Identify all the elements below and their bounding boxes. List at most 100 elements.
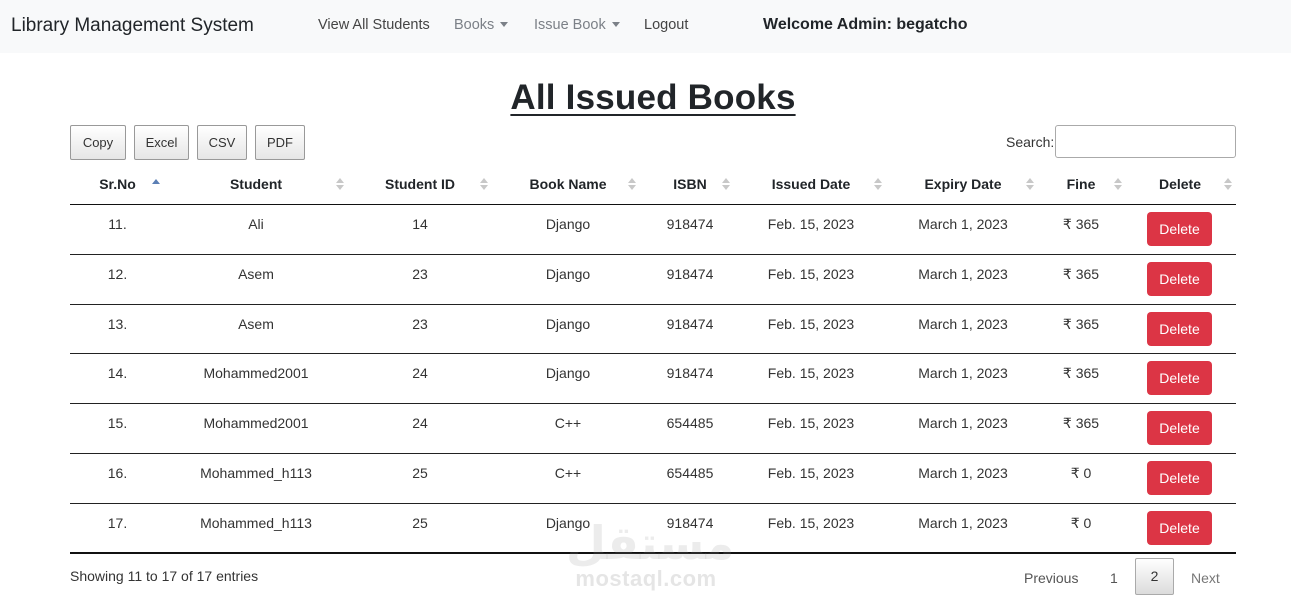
cell-isbn: 918474 [666,365,714,382]
delete-button[interactable]: Delete [1147,510,1212,545]
column-header-fine[interactable]: Fine [1050,164,1112,205]
watermark-latin: mostaql.com [575,566,717,591]
cell-student: Mohammed2001 [203,365,309,382]
cell-issued-date: Feb. 15, 2023 [767,415,855,432]
cell-issued-date: Feb. 15, 2023 [767,315,855,332]
page-2-button[interactable]: 2 [1135,558,1174,595]
cell-fine: ₹ 365 [1062,365,1100,382]
cell-fine: ₹ 0 [1070,464,1092,481]
delete-button[interactable]: Delete [1147,261,1212,296]
cell-srno: 13. [107,315,128,332]
table-row: 13. Asem 23 Django 918474 Feb. 15, 2023 … [70,305,1236,355]
cell-srno: 15. [107,415,128,432]
column-header-student-id[interactable]: Student ID [370,164,470,205]
cell-issued-date: Feb. 15, 2023 [767,265,855,282]
csv-button[interactable]: CSV [197,125,247,160]
column-header-student[interactable]: Student [212,164,300,205]
sort-icon [722,178,730,191]
cell-student: Mohammed2001 [203,415,309,432]
cell-book-name: Django [545,265,591,282]
cell-issued-date: Feb. 15, 2023 [767,216,855,232]
copy-button[interactable]: Copy [70,125,126,160]
sort-icon [336,178,344,191]
nav-books-label: Books [454,17,495,33]
previous-page-button[interactable]: Previous [1024,570,1078,586]
delete-button[interactable]: Delete [1147,411,1212,446]
delete-button[interactable]: Delete [1147,311,1212,346]
search-input[interactable] [1055,125,1236,158]
cell-student-id: 25 [412,464,428,481]
next-page-button[interactable]: Next [1191,570,1220,586]
cell-expiry-date: March 1, 2023 [918,514,1008,531]
cell-srno: 11. [108,216,127,232]
chevron-down-icon [611,22,620,27]
cell-expiry-date: March 1, 2023 [918,265,1008,282]
cell-book-name: Django [545,216,591,232]
cell-expiry-date: March 1, 2023 [918,464,1008,481]
nav-logout[interactable]: Logout [644,17,688,33]
navbar-brand[interactable]: Library Management System [11,15,254,37]
nav-issue-book-dropdown[interactable]: Issue Book [534,17,620,33]
cell-srno: 17. [107,514,128,531]
cell-student: Mohammed_h113 [200,464,312,481]
cell-fine: ₹ 0 [1070,514,1092,531]
cell-fine: ₹ 365 [1062,415,1100,432]
cell-expiry-date: March 1, 2023 [918,365,1008,382]
cell-student-id: 23 [412,265,428,282]
cell-isbn: 918474 [666,265,714,282]
nav-view-all-students[interactable]: View All Students [318,17,430,33]
cell-isbn: 918474 [666,514,714,531]
cell-expiry-date: March 1, 2023 [918,216,1008,232]
nav-issue-book-label: Issue Book [534,17,606,33]
column-header-expiry-date[interactable]: Expiry Date [904,164,1022,205]
delete-button[interactable]: Delete [1147,460,1212,495]
cell-srno: 14. [107,365,128,382]
cell-srno: 16. [107,464,128,481]
navbar: Library Management System View All Stude… [0,0,1291,53]
cell-book-name: Django [545,514,591,531]
column-header-srno[interactable]: Sr.No [70,164,165,205]
column-header-issued-date[interactable]: Issued Date [750,164,872,205]
cell-student-id: 24 [412,415,428,432]
table-row: 14. Mohammed2001 24 Django 918474 Feb. 1… [70,354,1236,405]
chevron-down-icon [500,22,509,27]
cell-expiry-date: March 1, 2023 [918,415,1008,432]
cell-student-id: 14 [412,216,428,232]
cell-fine: ₹ 365 [1062,315,1100,332]
table-row: 15. Mohammed2001 24 C++ 654485 Feb. 15, … [70,404,1236,454]
sort-icon [874,178,882,191]
pdf-button[interactable]: PDF [255,125,305,160]
table-row: 17. Mohammed_h113 25 Django 918474 Feb. … [70,504,1236,554]
cell-fine: ₹ 365 [1062,265,1100,282]
cell-isbn: 654485 [666,464,714,481]
excel-button[interactable]: Excel [134,125,189,160]
search-label: Search: [1006,134,1055,150]
column-header-isbn[interactable]: ISBN [650,164,730,205]
delete-button[interactable]: Delete [1147,361,1212,396]
cell-isbn: 918474 [666,216,714,232]
table-row: 11. Ali 14 Django 918474 Feb. 15, 2023 M… [70,205,1236,255]
nav-books-dropdown[interactable]: Books [454,17,509,33]
sort-icon [1114,178,1122,191]
cell-student: Mohammed_h113 [200,514,312,531]
table-info: Showing 11 to 17 of 17 entries [70,568,259,584]
table-row: 12. Asem 23 Django 918474 Feb. 15, 2023 … [70,255,1236,305]
welcome-text: Welcome Admin: begatcho [763,16,968,33]
sort-ascending-icon [152,178,160,191]
sort-icon [1224,178,1232,191]
cell-isbn: 918474 [666,315,714,332]
cell-student-id: 24 [412,365,428,382]
cell-book-name: C++ [554,464,582,481]
delete-button[interactable]: Delete [1147,212,1212,246]
cell-book-name: C++ [554,415,582,432]
cell-issued-date: Feb. 15, 2023 [767,464,855,481]
cell-student: Ali [248,216,264,232]
sort-icon [628,178,636,191]
column-header-delete[interactable]: Delete [1140,164,1220,205]
cell-srno: 12. [107,265,128,282]
cell-student-id: 25 [412,514,428,531]
cell-student: Asem [238,315,274,332]
page-1-button[interactable]: 1 [1110,570,1118,586]
cell-student: Asem [238,265,274,282]
column-header-book-name[interactable]: Book Name [515,164,621,205]
